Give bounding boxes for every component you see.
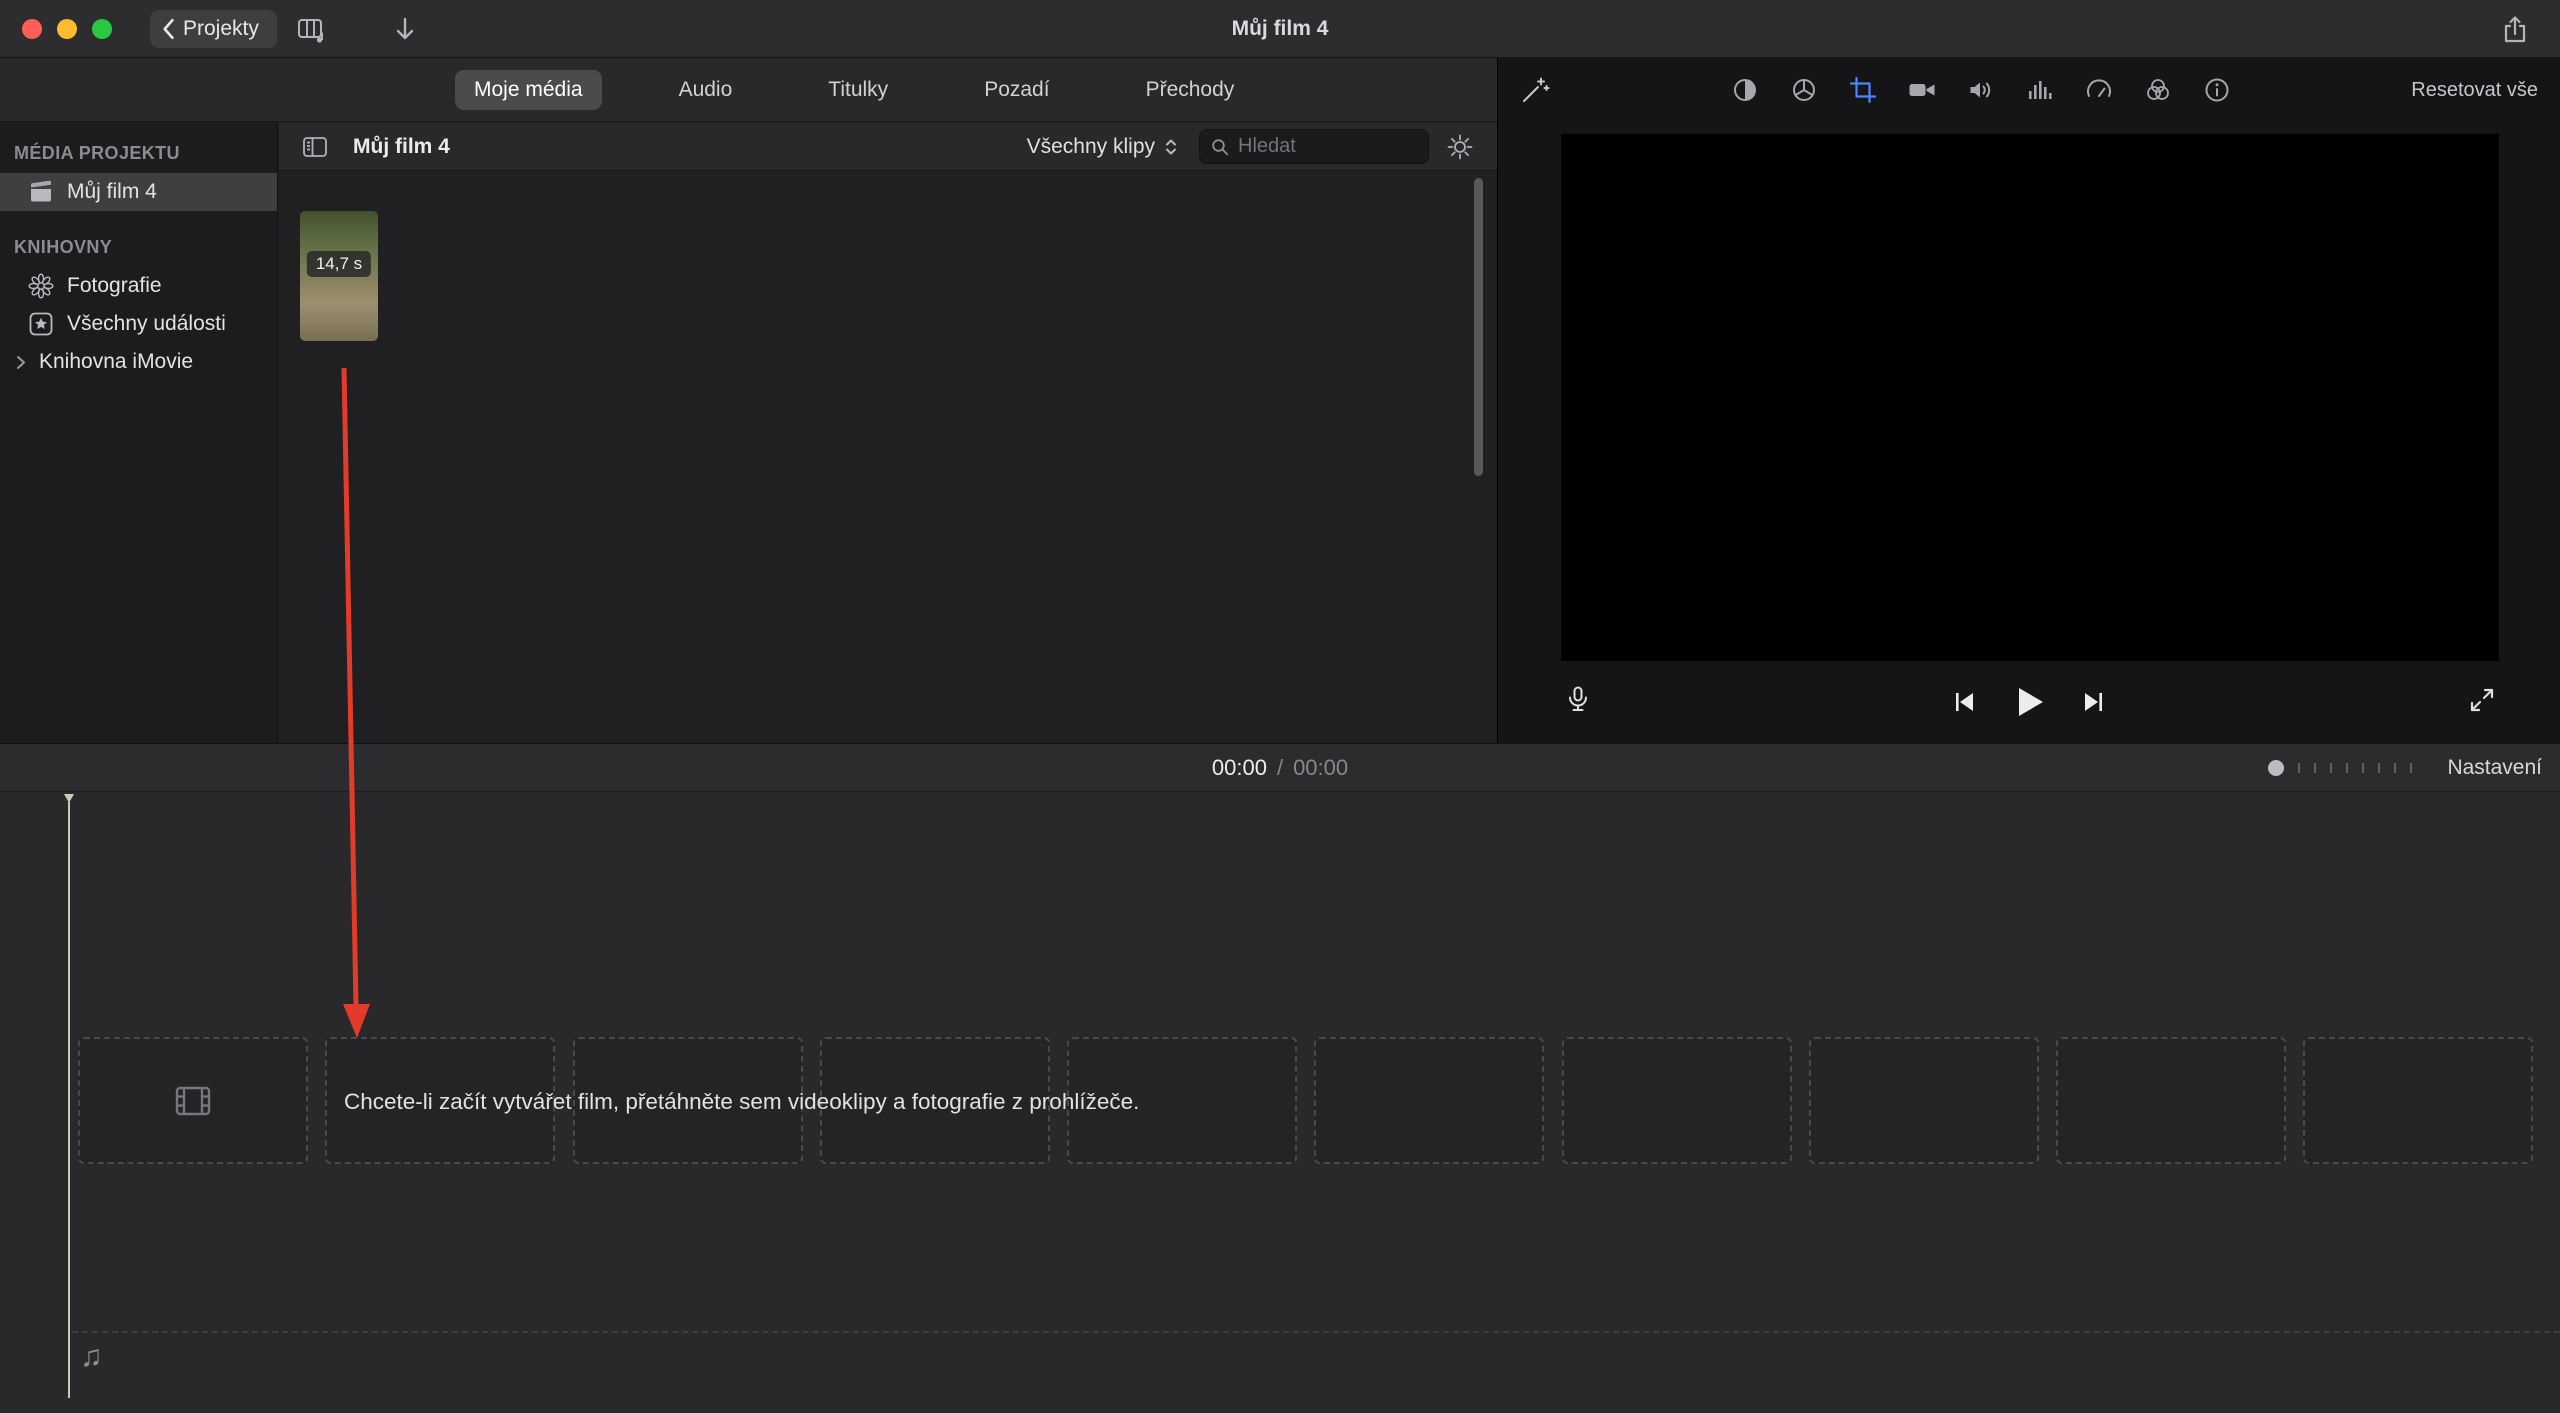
sidebar-item-label: Fotografie <box>67 274 162 298</box>
viewer-panel: Resetovat vše <box>1497 58 2560 743</box>
timeline-header: 00:00 / 00:00 Nastavení <box>0 743 2560 792</box>
disclosure-chevron-icon[interactable] <box>11 353 30 372</box>
tab-pozadi[interactable]: Pozadí <box>965 70 1068 110</box>
fullscreen-icon[interactable] <box>2466 684 2498 716</box>
timeline-zoom-slider[interactable] <box>2268 744 2412 791</box>
timeline-clip-slot[interactable] <box>2056 1037 2286 1164</box>
search-field[interactable] <box>1199 129 1429 164</box>
color-correction-icon[interactable] <box>1789 75 1819 105</box>
time-display: 00:00 / 00:00 <box>0 744 2560 791</box>
timeline-clip-slot[interactable] <box>1314 1037 1544 1164</box>
browser-settings-gear-icon[interactable] <box>1445 132 1475 162</box>
sidebar-item-knihovna-imovie[interactable]: Knihovna iMovie <box>0 343 277 381</box>
media-panel-body: MÉDIA PROJEKTU Můj film 4 KNIHOVNY <box>0 123 1497 743</box>
timeline-clip-slot[interactable] <box>78 1037 308 1164</box>
timeline-clip-slot[interactable] <box>2303 1037 2533 1164</box>
search-icon <box>1210 137 1230 157</box>
audio-track-divider <box>72 1331 2560 1333</box>
speed-icon[interactable] <box>2084 75 2114 105</box>
sidebar-section-project-media: MÉDIA PROJEKTU <box>0 135 277 173</box>
music-note-icon: ♫ <box>80 1340 103 1374</box>
current-time: 00:00 <box>1212 755 1267 781</box>
clapperboard-icon <box>28 179 54 205</box>
viewer-adjust-icons <box>1730 75 2232 105</box>
timeline-empty-hint: Chcete-li začít vytvářet film, přetáhnět… <box>344 1089 1294 1115</box>
video-preview[interactable] <box>1561 134 2499 661</box>
browser-header: Můj film 4 Všechny klipy <box>279 123 1497 171</box>
sidebar-item-label: Všechny události <box>67 312 226 336</box>
sidebar-item-muj-film-4[interactable]: Můj film 4 <box>0 173 277 211</box>
enhance-wand-icon[interactable] <box>1520 75 1550 105</box>
media-panel: Moje média Audio Titulky Pozadí Přechody… <box>0 58 1497 743</box>
volume-icon[interactable] <box>1966 75 1996 105</box>
stabilization-camera-icon[interactable] <box>1907 75 1937 105</box>
tab-prechody[interactable]: Přechody <box>1127 70 1254 110</box>
sidebar-item-label: Knihovna iMovie <box>39 350 193 374</box>
photos-flower-icon <box>28 273 54 299</box>
minimize-window-button[interactable] <box>57 19 77 39</box>
playhead[interactable] <box>63 794 75 1400</box>
clip-filter-dropdown[interactable]: Všechny klipy <box>1027 135 1181 159</box>
timeline-clip-slot[interactable] <box>1562 1037 1792 1164</box>
skip-to-start-button[interactable] <box>1947 685 1981 719</box>
browser-scrollbar[interactable] <box>1474 178 1483 476</box>
timeline-settings-button[interactable]: Nastavení <box>2447 744 2542 791</box>
sidebar: MÉDIA PROJEKTU Můj film 4 KNIHOVNY <box>0 123 278 743</box>
sidebar-item-vsechny-udalosti[interactable]: Všechny události <box>0 305 277 343</box>
clip-duration-badge: 14,7 s <box>307 251 371 277</box>
timeline-clip-slot[interactable] <box>1809 1037 2039 1164</box>
browser-content: 14,7 s <box>279 172 1497 743</box>
titlebar: Projekty Můj film 4 <box>0 0 2560 58</box>
sidebar-item-fotografie[interactable]: Fotografie <box>0 267 277 305</box>
noise-reduction-equalizer-icon[interactable] <box>2025 75 2055 105</box>
playback-controls <box>1498 678 2560 726</box>
clip-info-icon[interactable] <box>2202 75 2232 105</box>
reset-all-button[interactable]: Resetovat vše <box>2411 79 2538 102</box>
tab-audio[interactable]: Audio <box>660 70 752 110</box>
sidebar-toggle-icon[interactable] <box>301 133 329 161</box>
media-browser: Můj film 4 Všechny klipy <box>279 123 1497 743</box>
projects-back-button[interactable]: Projekty <box>150 10 277 48</box>
window-controls <box>22 19 112 39</box>
total-time: 00:00 <box>1293 755 1348 781</box>
sidebar-section-libraries: KNIHOVNY <box>0 229 277 267</box>
share-icon[interactable] <box>2498 13 2532 47</box>
search-input[interactable] <box>1238 135 1418 158</box>
close-window-button[interactable] <box>22 19 42 39</box>
browser-title: Můj film 4 <box>353 135 450 159</box>
film-frame-icon <box>170 1078 216 1124</box>
chevron-up-down-icon <box>1161 136 1181 158</box>
window-title: Můj film 4 <box>0 0 2560 58</box>
tab-moje-media[interactable]: Moje média <box>455 70 602 110</box>
import-media-icon[interactable] <box>388 13 422 47</box>
clip-filter-effects-icon[interactable] <box>2143 75 2173 105</box>
media-organizer-icon[interactable] <box>294 13 328 47</box>
play-button[interactable] <box>2009 682 2049 722</box>
transport-buttons <box>1947 682 2111 722</box>
time-separator: / <box>1277 755 1283 781</box>
zoom-window-button[interactable] <box>92 19 112 39</box>
skip-to-end-button[interactable] <box>2077 685 2111 719</box>
star-square-icon <box>28 311 54 337</box>
voiceover-mic-icon[interactable] <box>1562 684 1594 716</box>
media-tab-bar: Moje média Audio Titulky Pozadí Přechody <box>0 58 1497 122</box>
imovie-window: Projekty Můj film 4 Moje média Audio <box>0 0 2560 1413</box>
tab-titulky[interactable]: Titulky <box>809 70 907 110</box>
video-clip-thumbnail[interactable]: 14,7 s <box>300 211 378 341</box>
sidebar-item-label: Můj film 4 <box>67 180 157 204</box>
viewer-toolbar: Resetovat vše <box>1498 58 2560 122</box>
crop-icon[interactable] <box>1848 75 1878 105</box>
projects-back-label: Projekty <box>183 17 259 41</box>
clip-filter-label: Všechny klipy <box>1027 135 1155 159</box>
playhead-line <box>68 802 70 1398</box>
zoom-slider-thumb[interactable] <box>2268 760 2284 776</box>
timeline[interactable]: Chcete-li začít vytvářet film, přetáhnět… <box>0 792 2560 1413</box>
chevron-left-icon <box>160 18 176 40</box>
color-balance-icon[interactable] <box>1730 75 1760 105</box>
